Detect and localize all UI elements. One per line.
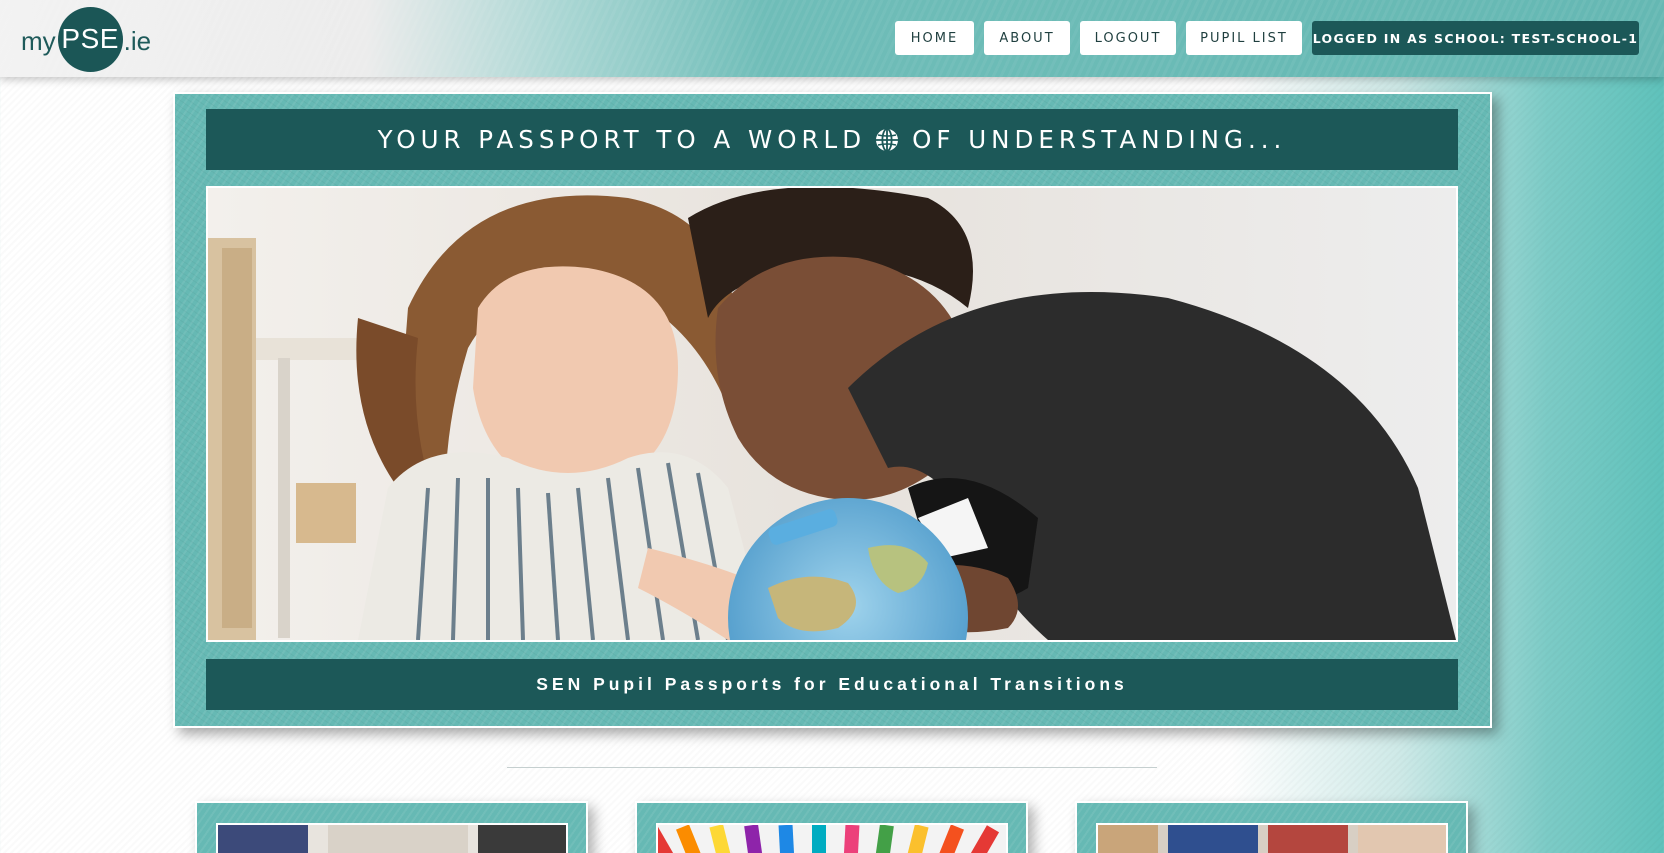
nav-home-button[interactable]: HOME [895,21,974,55]
section-divider [507,767,1157,768]
logo-suffix: .ie [123,25,152,56]
hero-subtitle-text: SEN Pupil Passports for Educational Tran… [536,674,1128,694]
logo-prefix: my [21,25,56,56]
nav-logout-button[interactable]: LOGOUT [1080,21,1176,55]
logged-in-label: LOGGED IN AS SCHOOL: TEST-SCHOOL-1 [1312,30,1639,46]
nav-logout-label: LOGOUT [1094,30,1162,46]
feature-card[interactable] [195,801,588,853]
logged-in-badge[interactable]: LOGGED IN AS SCHOOL: TEST-SCHOOL-1 [1312,21,1639,55]
site-logo[interactable]: my PSE .ie [21,5,151,73]
nav-pupil-list-button[interactable]: PUPIL LIST [1186,21,1302,55]
hero-panel: YOUR PASSPORT TO A WORLD OF UNDERSTANDIN… [173,92,1492,728]
card-image-pencils [656,823,1008,853]
site-header: my PSE .ie HOME ABOUT LOGOUT PUPIL LIST … [0,0,1664,77]
logo-circle: PSE [57,6,123,72]
nav-about-button[interactable]: ABOUT [984,21,1070,55]
nav-pupil-list-label: PUPIL LIST [1200,30,1288,46]
hero-title: YOUR PASSPORT TO A WORLD OF UNDERSTANDIN… [206,109,1458,170]
hero-image [206,186,1458,642]
card-image-classroom [1096,823,1448,853]
logo-main: PSE [61,23,119,54]
hero-subtitle: SEN Pupil Passports for Educational Tran… [206,659,1458,710]
feature-card[interactable] [1075,801,1468,853]
nav-home-label: HOME [910,30,959,46]
hero-title-part2: OF UNDERSTANDING... [912,125,1287,154]
card-image-pupils [216,823,568,853]
hero-title-part1: YOUR PASSPORT TO A WORLD [377,125,867,154]
nav-about-label: ABOUT [999,30,1055,46]
feature-card[interactable] [635,801,1028,853]
globe-icon [874,127,900,153]
